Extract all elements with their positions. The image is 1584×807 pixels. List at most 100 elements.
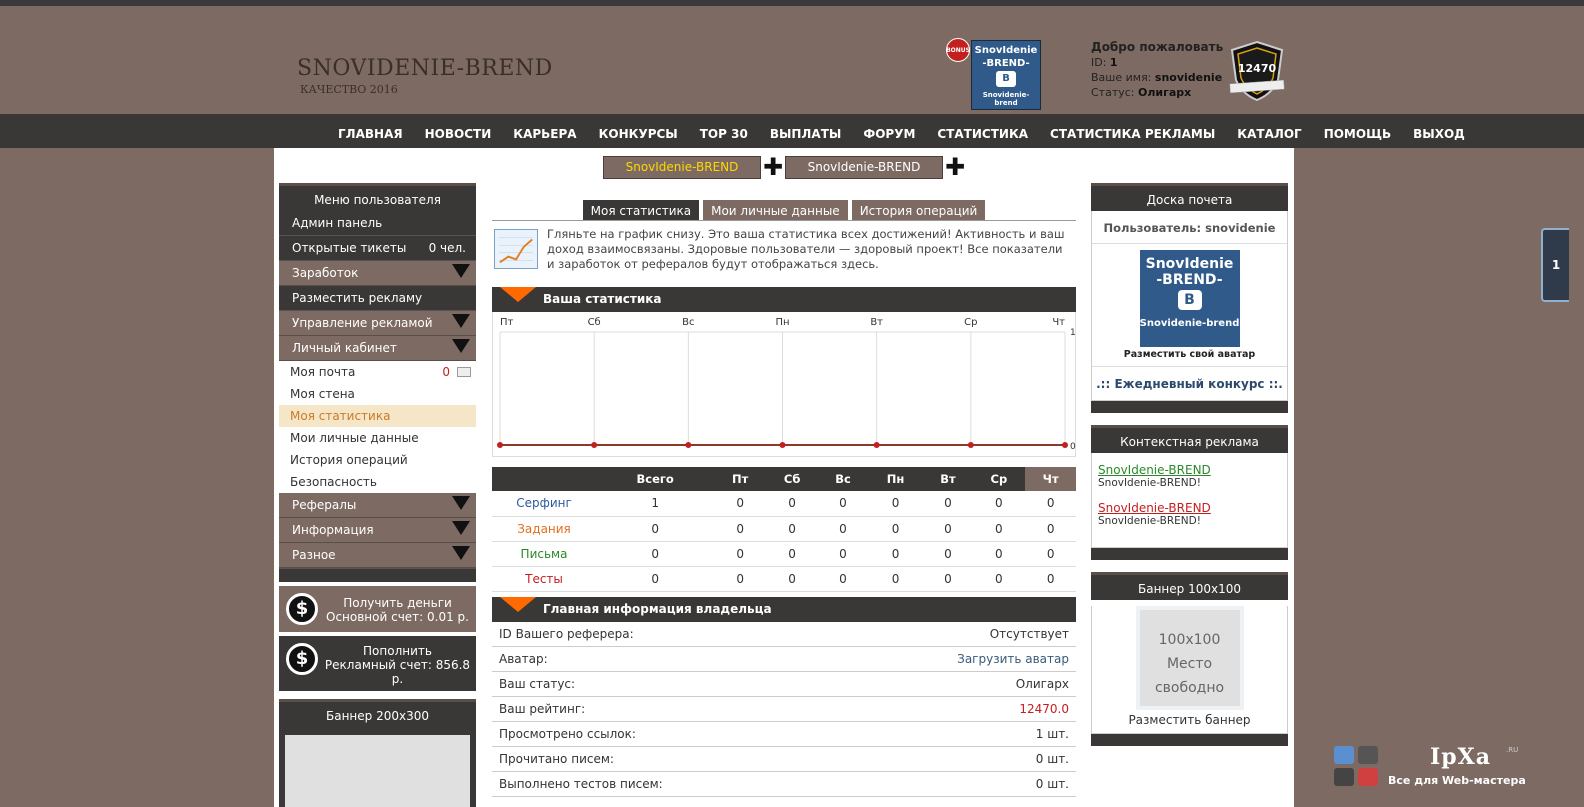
owner-row: Ваш статус: Олигарх — [492, 672, 1076, 697]
stats-cell: 0 — [818, 516, 868, 542]
nav-item[interactable]: СТАТИСТИКА РЕКЛАМЫ — [1050, 114, 1215, 148]
status-value: Олигарх — [1138, 86, 1192, 99]
owner-row-label: Прочитано писем: — [499, 751, 614, 766]
honor-board: Пользователь: snovidenie SnovIdenie -BRE… — [1091, 211, 1288, 401]
stats-col-header: Ср — [972, 467, 1026, 491]
menu-misc[interactable]: Разное — [279, 543, 476, 568]
chart-point — [779, 442, 786, 448]
plus-icon[interactable]: ✚ — [943, 155, 967, 179]
stats-cell: 0 — [972, 491, 1026, 517]
submenu-history[interactable]: История операций — [279, 449, 476, 471]
owner-row-value: 12470.0 — [1019, 701, 1069, 716]
header: SNOVIDENIE-BREND КАЧЕСТВО 2016 — [0, 6, 1584, 114]
honor-board-footer — [1091, 401, 1288, 413]
envelope-icon — [457, 367, 471, 377]
withdraw-title: Получить деньги — [343, 596, 452, 610]
owner-row-value: 0 шт. — [1035, 751, 1069, 766]
stats-cell: 0 — [1025, 566, 1076, 592]
tab-my-stats[interactable]: Моя статистика — [582, 200, 700, 220]
nav-item[interactable]: СТАТИСТИКА — [937, 114, 1028, 148]
place-banner-link[interactable]: Разместить баннер — [1092, 710, 1287, 733]
menu-referrals[interactable]: Рефералы — [279, 493, 476, 518]
stats-cell: 0 — [765, 516, 819, 542]
dollar-icon: $ — [286, 593, 318, 625]
nav-item[interactable]: ВЫПЛАТЫ — [770, 114, 842, 148]
tab-personal-data[interactable]: Мои личные данные — [703, 200, 848, 220]
menu-cabinet[interactable]: Личный кабинет — [279, 336, 476, 361]
submenu-stats[interactable]: Моя статистика — [279, 405, 476, 427]
menu-place-ad[interactable]: Разместить рекламу — [279, 286, 476, 311]
table-row: Задания 0 0 0 0 0 0 0 0 — [492, 516, 1076, 542]
owner-row-label: Выполнено тестов писем: — [499, 776, 663, 791]
nav-item[interactable]: ВЫХОД — [1413, 114, 1465, 148]
nav-item[interactable]: ГЛАВНАЯ — [338, 114, 403, 148]
side-tab[interactable]: 1 — [1541, 228, 1569, 302]
top-link-2[interactable]: SnovIdenie-BREND — [785, 156, 943, 179]
stats-cell: 0 — [818, 491, 868, 517]
menu-info[interactable]: Информация — [279, 518, 476, 543]
withdraw-box[interactable]: $ Получить деньги Основной счет: 0.01 р. — [279, 586, 476, 632]
submenu-security[interactable]: Безопасность — [279, 471, 476, 493]
topup-title: Пополнить — [363, 644, 432, 658]
banner-200-placeholder[interactable] — [285, 735, 470, 807]
topup-box[interactable]: $ Пополнить Рекламный счет: 856.8 р. — [279, 636, 476, 691]
nav-item[interactable]: НОВОСТИ — [425, 114, 492, 148]
stats-cell: 0 — [596, 516, 715, 542]
tab-history[interactable]: История операций — [851, 200, 986, 220]
user-status-row: Статус: Олигарх — [1091, 85, 1223, 100]
nav-item[interactable]: ПОМОЩЬ — [1324, 114, 1391, 148]
context-ad-link-1[interactable]: SnovIdenie-BREND — [1098, 463, 1281, 477]
stats-col-header: Пт — [714, 467, 766, 491]
context-ad-link-2[interactable]: SnovIdenie-BREND — [1098, 501, 1281, 515]
menu-cabinet-label: Личный кабинет — [292, 341, 397, 355]
nav-item[interactable]: КОНКУРСЫ — [599, 114, 678, 148]
owner-row-label: Ваш статус: — [499, 676, 576, 691]
nav-item[interactable]: TOP 30 — [700, 114, 748, 148]
ipxa-watermark: IpXa .RU Все для Web-мастера — [1330, 742, 1530, 792]
menu-earnings[interactable]: Заработок — [279, 261, 476, 286]
banner-200-title: Баннер 200x300 — [279, 699, 476, 727]
nav-item[interactable]: КАТАЛОГ — [1237, 114, 1301, 148]
stats-row-label[interactable]: Тесты — [492, 566, 596, 592]
owner-rows: ID Вашего реферера: Отсутствует Аватар: Заг… — [492, 622, 1076, 797]
welcome-title: Добро пожаловать — [1091, 40, 1224, 54]
banner-100-block: 100x100 Место свободно Разместить баннер — [1091, 606, 1288, 734]
banner-100-placeholder[interactable]: 100x100 Место свободно — [1135, 606, 1244, 710]
daily-contest-link[interactable]: .:: Ежедневный конкурс ::. — [1092, 367, 1287, 400]
stats-cell: 0 — [867, 491, 924, 517]
menu-manage-ads[interactable]: Управление рекламой — [279, 311, 476, 336]
submenu-mail[interactable]: Моя почта 0 — [279, 361, 476, 383]
banner-200-area[interactable] — [279, 727, 476, 807]
stats-col-header: Вт — [923, 467, 973, 491]
submenu-wall[interactable]: Моя стена — [279, 383, 476, 405]
rating-badge-value: 12470 — [1238, 62, 1277, 75]
submenu-personal[interactable]: Мои личные данные — [279, 427, 476, 449]
bonus-badge[interactable]: BONUS — [946, 38, 970, 62]
stats-tabs: Моя статистика Мои личные данные История… — [492, 200, 1076, 220]
menu-tickets[interactable]: Открытые тикеты 0 чел. — [279, 236, 476, 261]
stats-row-label[interactable]: Письма — [492, 541, 596, 567]
brand-thumbnail[interactable]: SnovIdenie -BREND- B Snovidenie-brend — [971, 40, 1041, 110]
plus-icon[interactable]: ✚ — [761, 155, 785, 179]
intro-text: Гляньте на график снизу. Это ваша статис… — [547, 227, 1065, 271]
stats-cell: 0 — [1025, 541, 1076, 567]
nav-item[interactable]: ФОРУМ — [863, 114, 915, 148]
triangle-down-icon — [452, 264, 470, 278]
name-value: snovidenie — [1154, 71, 1223, 84]
dollar-icon: $ — [286, 643, 318, 675]
intro: Гляньте на график снизу. Это ваша статис… — [492, 227, 1076, 287]
honor-avatar[interactable]: SnovIdenie -BREND- B Snovidenie-brend — [1139, 250, 1240, 347]
site-title[interactable]: SNOVIDENIE-BREND — [297, 56, 553, 81]
top-link-1[interactable]: SnovIdenie-BREND — [603, 156, 761, 179]
honor-user[interactable]: Пользователь: snovidenie — [1092, 211, 1287, 244]
owner-row-value[interactable]: Загрузить аватар — [957, 652, 1069, 666]
stats-cell: 0 — [596, 541, 715, 567]
stats-row-label[interactable]: Задания — [492, 516, 596, 542]
nav-item[interactable]: КАРЬЕРА — [513, 114, 576, 148]
chart-point — [1062, 442, 1068, 448]
user-name-row: Ваше имя: snovidenie — [1091, 70, 1223, 85]
place-avatar-link[interactable]: Разместить свой аватар — [1092, 349, 1287, 367]
menu-admin[interactable]: Админ панель — [279, 211, 476, 236]
stats-col-header: Пн — [867, 467, 924, 491]
stats-row-label[interactable]: Серфинг — [492, 491, 596, 517]
